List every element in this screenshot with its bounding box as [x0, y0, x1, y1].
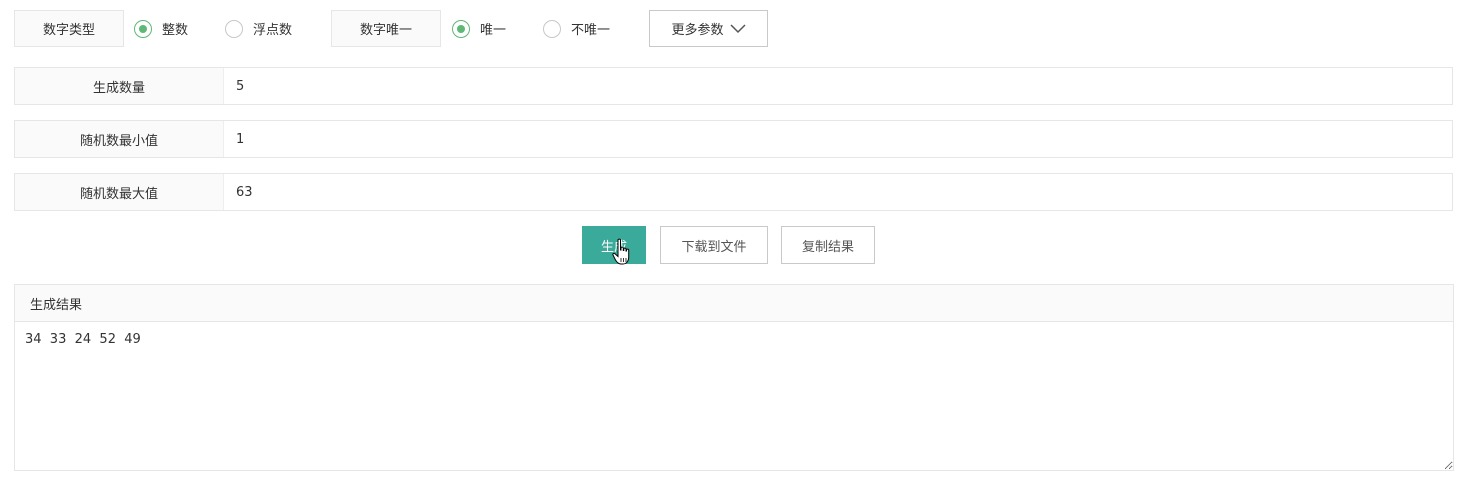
min-label: 随机数最小值: [15, 121, 224, 157]
max-input[interactable]: [224, 174, 1452, 210]
radio-integer[interactable]: 整数: [134, 10, 188, 47]
download-button[interactable]: 下载到文件: [660, 226, 768, 264]
radio-integer-label: 整数: [162, 23, 189, 38]
count-input[interactable]: [224, 68, 1452, 104]
result-textarea[interactable]: 34 33 24 52 49: [15, 322, 1453, 470]
radio-unchecked-icon: [543, 19, 561, 38]
min-row: 随机数最小值: [14, 120, 1453, 158]
count-row: 生成数量: [14, 67, 1453, 105]
radio-checked-icon: [452, 19, 470, 38]
count-label: 生成数量: [15, 68, 224, 104]
copy-button[interactable]: 复制结果: [781, 226, 875, 264]
radio-unique[interactable]: 唯一: [452, 10, 506, 47]
more-params-button[interactable]: 更多参数: [649, 10, 768, 47]
radio-checked-icon: [134, 19, 152, 38]
chevron-down-icon: [729, 23, 746, 33]
result-header: 生成结果: [15, 285, 1453, 322]
result-panel: 生成结果 34 33 24 52 49: [14, 284, 1454, 471]
radio-not-unique[interactable]: 不唯一: [543, 10, 610, 47]
options-row: 数字类型 整数 浮点数 数字唯一 唯一 不唯一 更多参数: [14, 10, 774, 47]
radio-unique-label: 唯一: [480, 23, 507, 38]
min-input[interactable]: [224, 121, 1452, 157]
radio-float[interactable]: 浮点数: [225, 10, 292, 47]
number-type-label: 数字类型: [14, 10, 124, 47]
unique-label: 数字唯一: [331, 10, 441, 47]
generate-button[interactable]: 生成: [582, 226, 646, 264]
more-params-label: 更多参数: [671, 23, 724, 38]
radio-unchecked-icon: [225, 19, 243, 38]
radio-not-unique-label: 不唯一: [571, 23, 611, 38]
max-label: 随机数最大值: [15, 174, 224, 210]
max-row: 随机数最大值: [14, 173, 1453, 211]
radio-float-label: 浮点数: [253, 23, 293, 38]
